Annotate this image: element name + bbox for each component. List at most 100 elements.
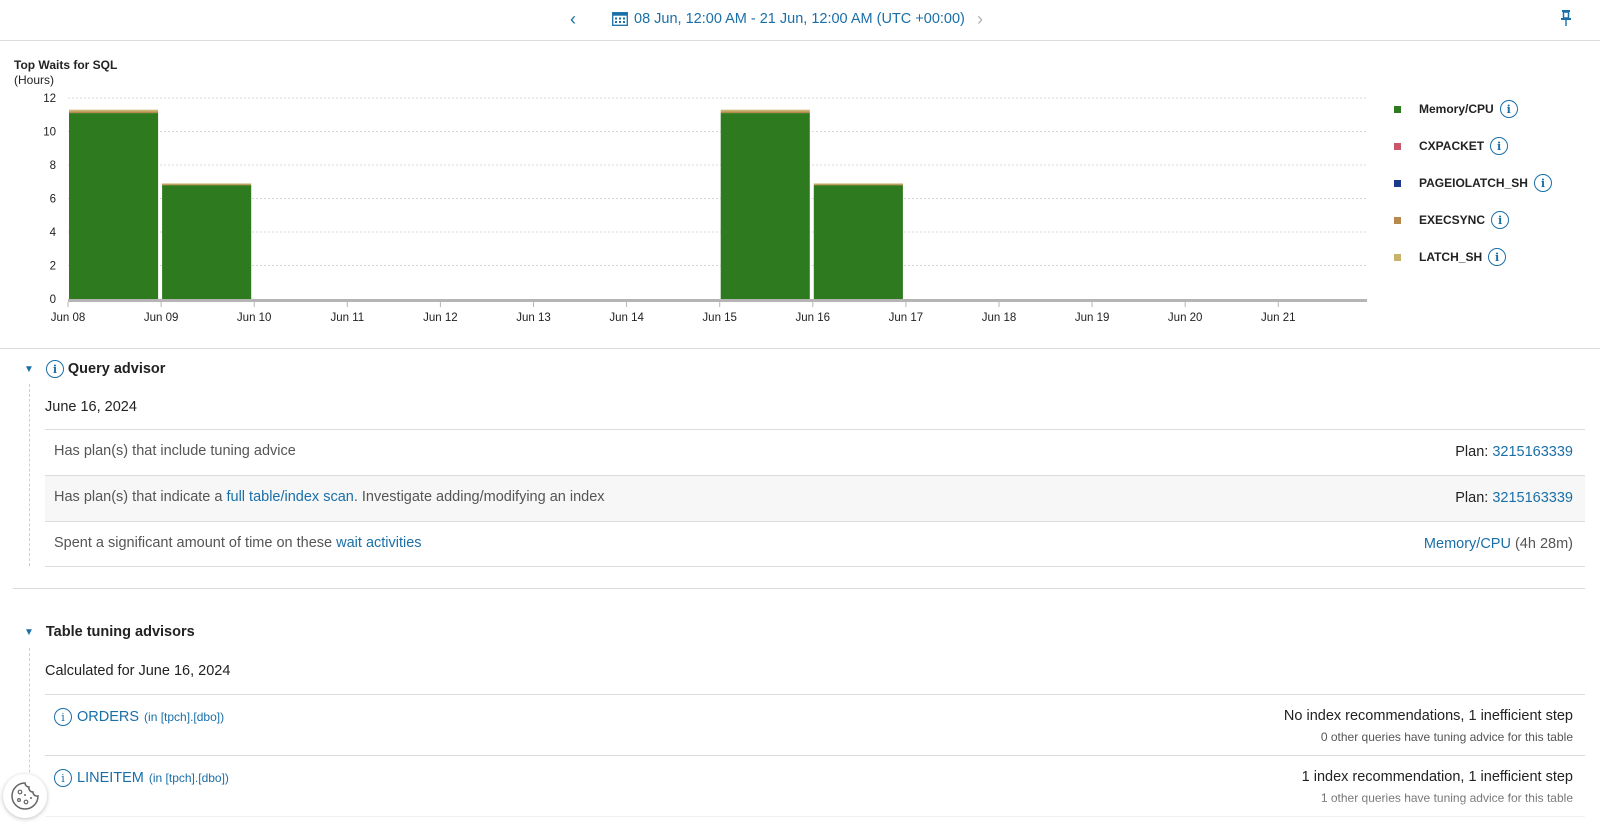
bar-execsync — [720, 111, 810, 114]
y-tick-label: 4 — [50, 227, 57, 239]
x-tick-label: Jun 13 — [516, 312, 551, 324]
date-range-label: 08 Jun, 12:00 AM - 21 Jun, 12:00 AM (UTC… — [634, 11, 965, 27]
info-icon[interactable]: i — [1499, 100, 1518, 118]
bar-memory-cpu — [162, 185, 252, 299]
x-tick-label: Jun 16 — [796, 312, 831, 324]
legend-swatch — [1394, 216, 1401, 224]
chart-plot: 0 2 4 6 8 10 12 Jun 08 Jun 09 Jun 10 Jun 11 Jun 12 J… — [43, 93, 1367, 324]
info-icon[interactable]: i — [54, 708, 72, 726]
x-tick-label: Jun 08 — [51, 312, 86, 324]
bar-memory-cpu — [69, 113, 159, 299]
top-waits-chart: Top Waits for SQL (Hours) 0 2 4 6 8 10 12 Jun 0… — [0, 41, 1600, 349]
bar-memory-cpu — [720, 113, 810, 299]
section-divider — [13, 588, 1585, 589]
advice-text: Spent a significant amount of time on th… — [54, 535, 422, 551]
advice-text-after: . Investigate adding/modifying an index — [353, 489, 605, 505]
caret-down-icon[interactable]: ▼ — [24, 364, 34, 375]
wait-activities-link[interactable]: wait activities — [336, 535, 421, 551]
table-tuning-summary: No index recommendations, 1 inefficient … — [1283, 708, 1573, 724]
row-divider — [45, 816, 1585, 817]
x-tick-label: Jun 09 — [144, 312, 179, 324]
info-icon[interactable]: i — [1488, 248, 1507, 266]
x-tick-label: Jun 18 — [982, 312, 1017, 324]
legend-item[interactable]: CXPACKET i — [1394, 136, 1509, 156]
advice-row: Has plan(s) that include tuning advice P… — [45, 429, 1585, 475]
legend-label: EXECSYNC — [1419, 213, 1486, 227]
query-advisor-date: June 16, 2024 — [45, 399, 137, 415]
advice-text: Has plan(s) that indicate a full table/i… — [54, 489, 605, 505]
info-icon[interactable]: i — [1533, 174, 1552, 192]
advice-row: Spent a significant amount of time on th… — [45, 521, 1585, 567]
x-tick-label: Jun 20 — [1168, 312, 1203, 324]
x-tick-label: Jun 19 — [1075, 312, 1110, 324]
legend-item[interactable]: Memory/CPU i — [1394, 99, 1518, 119]
advice-wait: Memory/CPU (4h 28m) — [1424, 536, 1573, 552]
table-tuning-header[interactable]: ▼ Table tuning advisors — [24, 624, 195, 640]
x-tick-label: Jun 14 — [609, 312, 644, 324]
memory-cpu-link[interactable]: Memory/CPU — [1424, 536, 1511, 552]
table-tuning-detail: 1 other queries have tuning advice for t… — [1320, 791, 1573, 805]
date-range-toolbar: ‹ 08 Jun, 12:00 AM - 21 Jun, 12:00 AM (U… — [0, 0, 1600, 41]
legend-swatch — [1394, 142, 1401, 150]
legend-item[interactable]: EXECSYNC i — [1394, 210, 1510, 230]
y-tick-label: 6 — [50, 194, 56, 206]
bar-memory-cpu — [813, 185, 903, 299]
plan-label: Plan: — [1455, 444, 1493, 460]
section-guide-line — [29, 384, 30, 566]
legend-label: CXPACKET — [1419, 139, 1485, 153]
legend-swatch — [1394, 179, 1401, 187]
x-tick-label: Jun 12 — [423, 312, 458, 324]
pin-icon[interactable] — [1560, 9, 1572, 27]
table-tuning-row: i ORDERS (in [tpch].[dbo]) No index reco… — [45, 694, 1585, 755]
x-tick-label: Jun 15 — [702, 312, 737, 324]
query-advisor-header[interactable]: ▼ i Query advisor — [24, 360, 165, 378]
table-name-cell: i ORDERS (in [tpch].[dbo]) — [54, 708, 224, 726]
legend-swatch — [1394, 105, 1401, 113]
x-tick-label: Jun 11 — [330, 312, 364, 324]
bar-latch-sh — [69, 109, 159, 112]
table-link-lineitem[interactable]: LINEITEM — [77, 770, 144, 786]
y-tick-label: 10 — [43, 127, 56, 139]
advice-row: Has plan(s) that indicate a full table/i… — [45, 475, 1585, 521]
plan-label: Plan: — [1455, 490, 1493, 506]
x-tick-label: Jun 21 — [1261, 312, 1296, 324]
bar-execsync — [69, 111, 159, 114]
advice-plan: Plan: 3215163339 — [1455, 444, 1573, 460]
y-tick-label: 12 — [43, 93, 56, 105]
cookie-icon[interactable] — [3, 774, 47, 818]
chevron-right-icon[interactable]: › — [977, 9, 983, 30]
advice-plan: Plan: 3215163339 — [1455, 490, 1573, 506]
info-icon[interactable]: i — [1490, 137, 1509, 155]
x-axis-line — [68, 299, 1367, 302]
wait-duration: (4h 28m) — [1510, 536, 1573, 552]
table-schema[interactable]: (in [tpch].[dbo]) — [144, 710, 224, 724]
info-icon[interactable]: i — [1491, 211, 1510, 229]
table-link-orders[interactable]: ORDERS — [77, 709, 139, 725]
legend-label: Memory/CPU — [1419, 102, 1494, 116]
table-schema[interactable]: (in [tpch].[dbo]) — [149, 771, 229, 785]
chevron-left-icon[interactable]: ‹ — [570, 9, 576, 30]
info-icon[interactable]: i — [45, 360, 64, 378]
x-tick-label: Jun 10 — [237, 312, 272, 324]
advice-text-before: Has plan(s) that indicate a — [54, 489, 227, 505]
table-tuning-detail: 0 other queries have tuning advice for t… — [1320, 730, 1573, 744]
legend-swatch — [1394, 253, 1401, 261]
x-tick-label: Jun 17 — [889, 312, 924, 324]
legend-item[interactable]: LATCH_SH i — [1394, 247, 1507, 267]
y-tick-label: 8 — [50, 160, 56, 172]
date-range-picker[interactable]: 08 Jun, 12:00 AM - 21 Jun, 12:00 AM (UTC… — [612, 11, 965, 27]
table-name-cell: i LINEITEM (in [tpch].[dbo]) — [54, 769, 229, 787]
legend-item[interactable]: PAGEIOLATCH_SH i — [1394, 173, 1552, 193]
table-tuning-date: Calculated for June 16, 2024 — [45, 663, 231, 679]
table-tuning-title: Table tuning advisors — [45, 624, 195, 640]
bar-latch-sh — [813, 183, 903, 185]
full-table-scan-link[interactable]: full table/index scan — [226, 489, 353, 505]
plan-link[interactable]: 3215163339 — [1492, 444, 1573, 460]
caret-down-icon[interactable]: ▼ — [24, 627, 34, 638]
plan-link[interactable]: 3215163339 — [1492, 490, 1573, 506]
y-tick-label: 2 — [50, 261, 56, 273]
bar-latch-sh — [720, 109, 810, 112]
info-icon[interactable]: i — [54, 769, 72, 787]
advice-text: Has plan(s) that include tuning advice — [54, 443, 296, 459]
y-tick-label: 0 — [50, 294, 56, 306]
